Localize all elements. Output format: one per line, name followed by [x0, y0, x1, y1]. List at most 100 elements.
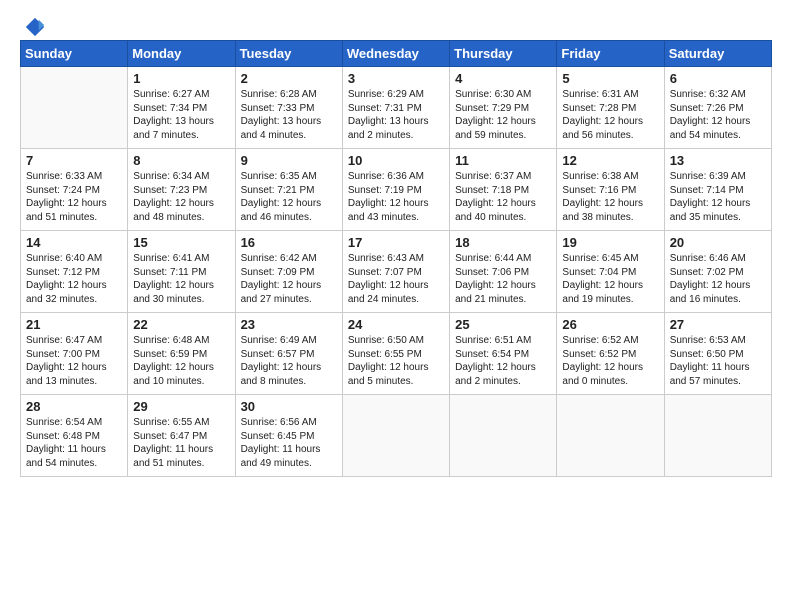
cell-text-line: Daylight: 12 hours [670, 115, 766, 129]
cell-text-line: Sunset: 6:47 PM [133, 430, 229, 444]
day-cell: 12Sunrise: 6:38 AMSunset: 7:16 PMDayligh… [557, 149, 664, 231]
cell-text-line: Sunset: 7:00 PM [26, 348, 122, 362]
cell-text-line: Sunrise: 6:33 AM [26, 170, 122, 184]
cell-text-line: Sunrise: 6:41 AM [133, 252, 229, 266]
cell-text-line: Daylight: 12 hours [455, 279, 551, 293]
cell-text-line: Sunset: 7:34 PM [133, 102, 229, 116]
cell-text-line: Sunrise: 6:38 AM [562, 170, 658, 184]
day-number: 3 [348, 71, 444, 86]
cell-text-line: Daylight: 11 hours [133, 443, 229, 457]
cell-text-line: Daylight: 11 hours [26, 443, 122, 457]
day-cell: 4Sunrise: 6:30 AMSunset: 7:29 PMDaylight… [450, 67, 557, 149]
cell-text-line: and 35 minutes. [670, 211, 766, 225]
day-number: 5 [562, 71, 658, 86]
cell-text-line: Sunset: 6:57 PM [241, 348, 337, 362]
cell-text-line: Daylight: 13 hours [241, 115, 337, 129]
cell-text-line: Sunset: 7:18 PM [455, 184, 551, 198]
day-cell: 5Sunrise: 6:31 AMSunset: 7:28 PMDaylight… [557, 67, 664, 149]
cell-text-line: and 27 minutes. [241, 293, 337, 307]
cell-text-line: Sunset: 7:04 PM [562, 266, 658, 280]
header-cell-saturday: Saturday [664, 41, 771, 67]
cell-text-line: Daylight: 12 hours [26, 361, 122, 375]
cell-text-line: Sunset: 7:06 PM [455, 266, 551, 280]
day-number: 28 [26, 399, 122, 414]
day-number: 7 [26, 153, 122, 168]
day-number: 12 [562, 153, 658, 168]
cell-text-line: Sunrise: 6:55 AM [133, 416, 229, 430]
cell-text-line: Sunset: 7:14 PM [670, 184, 766, 198]
calendar-table: SundayMondayTuesdayWednesdayThursdayFrid… [20, 40, 772, 477]
cell-text-line: Daylight: 12 hours [562, 115, 658, 129]
day-cell: 22Sunrise: 6:48 AMSunset: 6:59 PMDayligh… [128, 313, 235, 395]
cell-text-line: Sunset: 7:07 PM [348, 266, 444, 280]
day-number: 10 [348, 153, 444, 168]
cell-text-line: Sunrise: 6:50 AM [348, 334, 444, 348]
cell-text-line: Sunrise: 6:28 AM [241, 88, 337, 102]
cell-text-line: Daylight: 12 hours [455, 197, 551, 211]
cell-text-line: Sunrise: 6:36 AM [348, 170, 444, 184]
day-cell [664, 395, 771, 477]
cell-text-line: Sunset: 7:33 PM [241, 102, 337, 116]
cell-text-line: Daylight: 12 hours [562, 279, 658, 293]
day-number: 6 [670, 71, 766, 86]
cell-text-line: and 43 minutes. [348, 211, 444, 225]
day-cell: 28Sunrise: 6:54 AMSunset: 6:48 PMDayligh… [21, 395, 128, 477]
header-row: SundayMondayTuesdayWednesdayThursdayFrid… [21, 41, 772, 67]
day-number: 2 [241, 71, 337, 86]
calendar-page: SundayMondayTuesdayWednesdayThursdayFrid… [0, 0, 792, 612]
day-cell: 24Sunrise: 6:50 AMSunset: 6:55 PMDayligh… [342, 313, 449, 395]
cell-text-line: and 56 minutes. [562, 129, 658, 143]
header-cell-tuesday: Tuesday [235, 41, 342, 67]
cell-text-line: Daylight: 12 hours [562, 197, 658, 211]
cell-text-line: Sunset: 7:02 PM [670, 266, 766, 280]
header [20, 16, 772, 32]
cell-text-line: and 7 minutes. [133, 129, 229, 143]
day-number: 24 [348, 317, 444, 332]
cell-text-line: Sunrise: 6:35 AM [241, 170, 337, 184]
cell-text-line: Sunrise: 6:52 AM [562, 334, 658, 348]
day-cell: 21Sunrise: 6:47 AMSunset: 7:00 PMDayligh… [21, 313, 128, 395]
cell-text-line: Sunset: 6:50 PM [670, 348, 766, 362]
cell-text-line: Sunrise: 6:40 AM [26, 252, 122, 266]
cell-text-line: Daylight: 13 hours [348, 115, 444, 129]
cell-text-line: Sunset: 7:09 PM [241, 266, 337, 280]
cell-text-line: Daylight: 12 hours [348, 361, 444, 375]
day-number: 29 [133, 399, 229, 414]
day-cell: 3Sunrise: 6:29 AMSunset: 7:31 PMDaylight… [342, 67, 449, 149]
cell-text-line: Daylight: 12 hours [562, 361, 658, 375]
day-number: 8 [133, 153, 229, 168]
day-cell: 7Sunrise: 6:33 AMSunset: 7:24 PMDaylight… [21, 149, 128, 231]
cell-text-line: Sunrise: 6:56 AM [241, 416, 337, 430]
cell-text-line: Daylight: 12 hours [133, 197, 229, 211]
day-cell: 1Sunrise: 6:27 AMSunset: 7:34 PMDaylight… [128, 67, 235, 149]
cell-text-line: Sunrise: 6:45 AM [562, 252, 658, 266]
cell-text-line: Sunrise: 6:43 AM [348, 252, 444, 266]
cell-text-line: and 16 minutes. [670, 293, 766, 307]
day-cell: 20Sunrise: 6:46 AMSunset: 7:02 PMDayligh… [664, 231, 771, 313]
day-number: 25 [455, 317, 551, 332]
day-cell [21, 67, 128, 149]
header-cell-monday: Monday [128, 41, 235, 67]
cell-text-line: and 46 minutes. [241, 211, 337, 225]
day-number: 22 [133, 317, 229, 332]
day-number: 19 [562, 235, 658, 250]
cell-text-line: and 13 minutes. [26, 375, 122, 389]
cell-text-line: Sunset: 6:52 PM [562, 348, 658, 362]
day-cell [557, 395, 664, 477]
cell-text-line: Sunset: 7:12 PM [26, 266, 122, 280]
day-number: 4 [455, 71, 551, 86]
cell-text-line: Daylight: 12 hours [133, 361, 229, 375]
header-cell-thursday: Thursday [450, 41, 557, 67]
cell-text-line: Sunset: 7:11 PM [133, 266, 229, 280]
cell-text-line: Daylight: 11 hours [670, 361, 766, 375]
day-number: 11 [455, 153, 551, 168]
cell-text-line: Sunset: 6:59 PM [133, 348, 229, 362]
cell-text-line: and 57 minutes. [670, 375, 766, 389]
cell-text-line: Sunrise: 6:39 AM [670, 170, 766, 184]
cell-text-line: and 10 minutes. [133, 375, 229, 389]
day-number: 20 [670, 235, 766, 250]
cell-text-line: Daylight: 12 hours [26, 197, 122, 211]
cell-text-line: Sunset: 7:26 PM [670, 102, 766, 116]
cell-text-line: Daylight: 12 hours [26, 279, 122, 293]
cell-text-line: Sunrise: 6:30 AM [455, 88, 551, 102]
